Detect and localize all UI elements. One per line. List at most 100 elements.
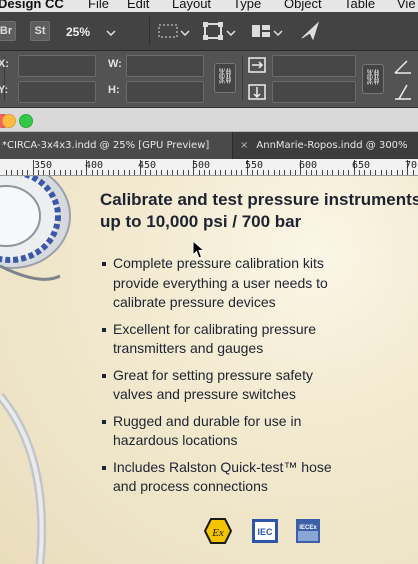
ruler-tick: [22, 170, 24, 175]
ruler-tick: [284, 170, 286, 175]
document-canvas[interactable]: Calibrate and test pressure instruments …: [0, 176, 418, 564]
iecex-logo-text: IECEx: [299, 525, 317, 531]
ruler-tick: [166, 170, 168, 175]
ruler-number: 350: [34, 160, 53, 171]
scale-x-field[interactable]: [272, 55, 356, 77]
headline-line: up to 10,000 psi / 700 bar: [100, 212, 302, 231]
ruler-tick: [134, 170, 136, 175]
view-options-icon[interactable]: [158, 24, 178, 38]
ruler-tick: [375, 170, 377, 175]
tab-label: AnnMarie-Ropos.indd @ 300%: [256, 140, 408, 151]
ruler-number: 70: [405, 160, 418, 171]
menu-app-name[interactable]: Design CC: [0, 0, 64, 11]
ruler-tick: [11, 170, 13, 175]
ruler-tick: [236, 170, 238, 175]
ruler-tick: [337, 170, 339, 175]
screen-mode-chevron-icon[interactable]: [226, 30, 236, 36]
bullet-line: and process connections: [113, 478, 268, 494]
menu-object[interactable]: Object: [284, 0, 322, 11]
ruler-tick: [289, 170, 291, 175]
width-field[interactable]: [126, 55, 204, 77]
zoom-window-button[interactable]: [19, 114, 33, 128]
publish-online-icon[interactable]: [300, 21, 320, 41]
window-titlebar: [0, 108, 418, 132]
screen-mode-icon[interactable]: [203, 22, 223, 40]
ruler-tick: [171, 170, 173, 175]
ruler-number: 450: [138, 160, 157, 171]
horizontal-ruler[interactable]: 350 400 450 500 550 600 650 70: [0, 159, 418, 176]
y-label: Y:: [0, 84, 9, 96]
ruler-tick: [64, 170, 66, 175]
tab-circa-document[interactable]: *CIRCA-3x4x3.indd @ 25% [GPU Preview]: [0, 132, 233, 159]
scale-y-icon: [248, 84, 266, 100]
ruler-tick: [177, 170, 179, 175]
menubar: Design CC File Edit Layout Type Object T…: [0, 0, 418, 12]
ruler-tick: [220, 170, 221, 175]
minimize-window-button[interactable]: [2, 114, 16, 128]
bridge-button[interactable]: Br: [0, 21, 16, 41]
menu-layout[interactable]: Layout: [172, 0, 211, 11]
ruler-tick: [70, 170, 72, 175]
ruler-tick: [343, 170, 345, 175]
scale-y-field[interactable]: [272, 81, 356, 103]
menu-edit[interactable]: Edit: [127, 0, 149, 11]
control-panel: X: Y: W: H: ⛓ ⛓: [0, 51, 418, 108]
arrange-documents-icon[interactable]: [251, 24, 271, 38]
ruler-tick: [129, 170, 131, 175]
scale-x-icon: [248, 57, 266, 73]
atex-ex-logo: Ex: [204, 518, 232, 544]
menu-view[interactable]: Vie: [397, 0, 416, 11]
x-label: X:: [0, 58, 9, 70]
bullet-line: valves and pressure switches: [113, 386, 296, 402]
constrain-proportions-icon[interactable]: ⛓: [214, 63, 236, 93]
ruler-number: 600: [299, 160, 318, 171]
ruler-tick: [54, 170, 56, 175]
ruler-tick: [380, 170, 382, 175]
y-position-field[interactable]: [18, 81, 96, 103]
document-tab-bar: *CIRCA-3x4x3.indd @ 25% [GPU Preview] × A…: [0, 132, 418, 159]
shear-angle-icon: [395, 84, 411, 100]
feature-bullet: Complete pressure calibration kits provid…: [100, 254, 418, 313]
ruler-tick: [278, 170, 280, 175]
ruler-tick: [80, 170, 82, 175]
ruler-tick: [327, 170, 328, 175]
height-field[interactable]: [126, 81, 204, 103]
ruler-tick: [391, 170, 393, 175]
mouse-pointer-icon: [192, 240, 206, 259]
stock-button[interactable]: St: [30, 21, 50, 41]
ruler-tick: [123, 170, 125, 175]
feature-bullet: Excellent for calibrating pressure transm…: [100, 320, 418, 359]
tab-close-icon[interactable]: ×: [240, 140, 248, 151]
ruler-number: 400: [85, 160, 104, 171]
x-position-field[interactable]: [18, 55, 96, 77]
bullet-line: hazardous locations: [113, 432, 238, 448]
ruler-number: 650: [352, 160, 371, 171]
ruler-tick: [118, 170, 120, 175]
application-bar: Br St 25%: [0, 12, 418, 51]
view-options-chevron-icon[interactable]: [180, 30, 190, 36]
iec-logo-text: IEC: [257, 527, 273, 537]
ruler-number: 500: [192, 160, 211, 171]
menu-type[interactable]: Type: [233, 0, 261, 11]
constrain-scale-icon[interactable]: ⛓: [362, 64, 384, 94]
menu-file[interactable]: File: [88, 0, 109, 11]
toolbar-divider: [149, 17, 150, 45]
menu-table[interactable]: Table: [344, 0, 375, 11]
w-label: W:: [108, 58, 122, 70]
zoom-chevron-down-icon[interactable]: [106, 30, 116, 36]
ruler-tick: [321, 170, 323, 175]
bullet-line: Includes Ralston Quick-test™ hose: [113, 458, 332, 475]
ruler-tick: [107, 170, 109, 175]
ruler-tick: [113, 170, 114, 175]
ex-logo-text: Ex: [211, 527, 224, 539]
bullet-line: Rugged and durable for use in: [113, 412, 302, 429]
ruler-tick: [401, 170, 403, 175]
ruler-tick: [27, 170, 29, 175]
arrange-documents-chevron-icon[interactable]: [273, 30, 283, 36]
feature-bullet: Great for setting pressure safety valves …: [100, 366, 418, 405]
ruler-tick: [16, 170, 18, 175]
tab-annmarie-document[interactable]: × AnnMarie-Ropos.indd @ 300%: [240, 132, 418, 159]
ruler-tick: [214, 170, 216, 175]
zoom-level[interactable]: 25%: [66, 25, 90, 39]
pressure-gauge-image: [0, 176, 71, 564]
